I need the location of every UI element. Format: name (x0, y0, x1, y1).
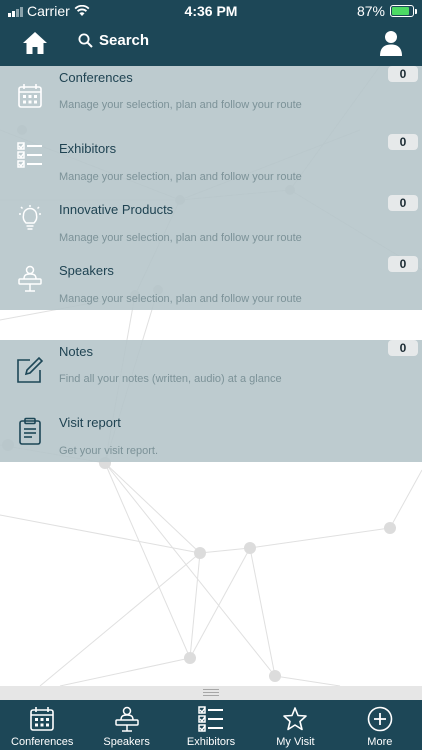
battery-status: 87% (356, 3, 417, 19)
row-description: Manage your selection, plan and follow y… (59, 99, 302, 111)
calendar-icon (30, 707, 55, 731)
count-badge: 0 (388, 195, 418, 211)
tab-label: Speakers (103, 736, 150, 748)
count-badge: 0 (388, 256, 418, 272)
tab-label: Exhibitors (186, 736, 236, 748)
calendar-icon (18, 84, 42, 108)
plus-circle-icon (367, 706, 393, 732)
speaker-icon (114, 706, 139, 732)
row-title: Exhibitors (59, 141, 117, 156)
row-title: Conferences (59, 70, 133, 85)
search-label: Search (99, 32, 150, 49)
row-description: Manage your selection, plan and follow y… (59, 232, 302, 244)
row-description: Find all your notes (written, audio) at … (59, 373, 282, 385)
row-title: Notes (59, 344, 93, 359)
row-title: Speakers (59, 263, 114, 278)
checklist-icon (198, 706, 224, 732)
innovative-products-row[interactable]: Innovative Products Manage your selectio… (0, 188, 422, 249)
battery-icon (390, 5, 417, 17)
notes-panel: Notes Find all your notes (written, audi… (0, 340, 422, 462)
tab-conferences[interactable]: Conferences (0, 700, 84, 750)
row-description: Manage your selection, plan and follow y… (59, 171, 302, 183)
home-icon[interactable] (22, 31, 48, 55)
search-button[interactable]: Search (78, 32, 149, 49)
user-profile-icon[interactable] (380, 30, 402, 56)
tab-label: My Visit (276, 736, 315, 748)
count-badge: 0 (388, 134, 418, 150)
selection-panel: Conferences Manage your selection, plan … (0, 66, 422, 310)
tab-more[interactable]: More (338, 700, 422, 750)
speakers-row[interactable]: Speakers Manage your selection, plan and… (0, 249, 422, 310)
row-description: Get your visit report. (59, 445, 159, 457)
count-badge: 0 (388, 66, 418, 82)
top-bar: Search (0, 22, 422, 66)
exhibitors-row[interactable]: Exhibitors Manage your selection, plan a… (0, 127, 422, 188)
search-icon (78, 33, 93, 48)
battery-fill (392, 7, 410, 15)
lightbulb-icon (19, 205, 41, 230)
clipboard-icon (19, 417, 41, 445)
tab-bar: Conferences Speakers Exhibitors My Visit (0, 700, 422, 750)
tab-label: Conferences (11, 736, 74, 748)
battery-percent: 87% (356, 3, 385, 19)
drag-handle-icon (203, 689, 219, 697)
drawer-handle[interactable] (0, 686, 422, 700)
note-edit-icon (17, 356, 44, 383)
visit-report-row[interactable]: Visit report Get your visit report. (0, 401, 422, 462)
status-bar: Carrier 4:36 PM 87% (0, 0, 422, 22)
count-badge: 0 (388, 340, 418, 356)
checklist-icon (17, 142, 42, 168)
tab-exhibitors[interactable]: Exhibitors (169, 700, 253, 750)
tab-speakers[interactable]: Speakers (84, 700, 168, 750)
tab-label: More (367, 736, 393, 748)
tab-my-visit[interactable]: My Visit (253, 700, 337, 750)
row-title: Visit report (59, 415, 121, 430)
row-description: Manage your selection, plan and follow y… (59, 293, 302, 305)
row-title: Innovative Products (59, 202, 174, 217)
speaker-icon (18, 265, 42, 292)
conferences-row[interactable]: Conferences Manage your selection, plan … (0, 66, 422, 127)
star-icon (283, 707, 308, 731)
notes-row[interactable]: Notes Find all your notes (written, audi… (0, 340, 422, 401)
